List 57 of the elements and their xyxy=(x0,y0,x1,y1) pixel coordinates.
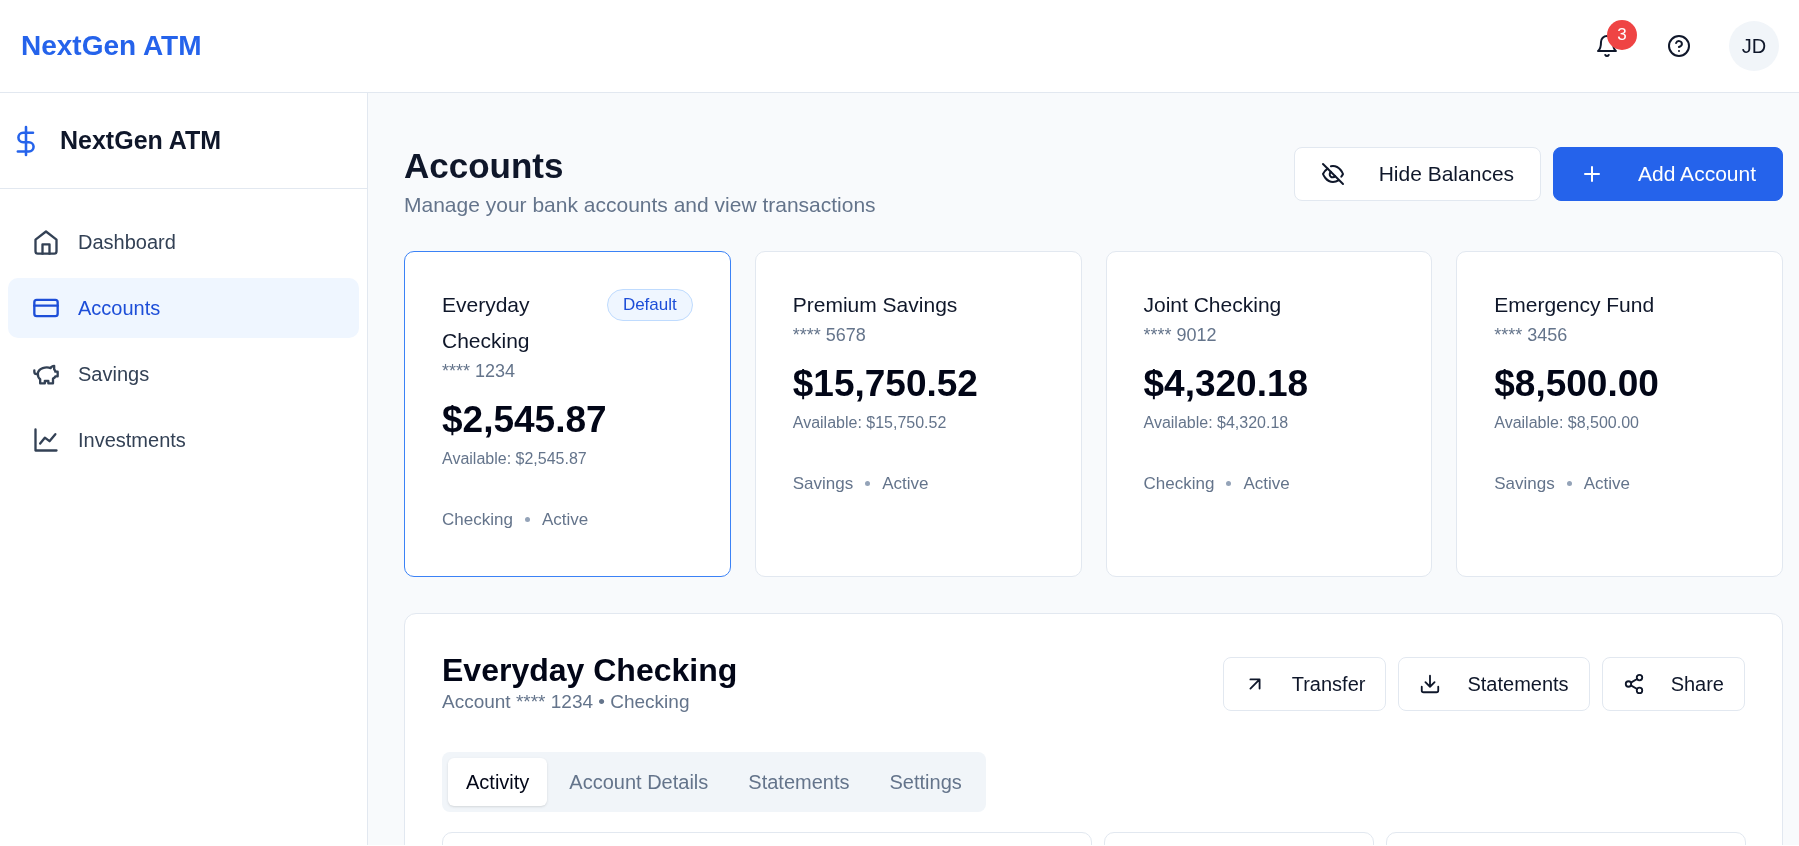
tab[interactable]: Statements xyxy=(730,758,868,806)
available-balance: Available: $4,320.18 xyxy=(1143,412,1290,433)
account-type: Savings xyxy=(792,472,854,495)
account-status: Active xyxy=(541,508,589,531)
action-button[interactable]: Share xyxy=(1601,656,1745,711)
eye-off-icon xyxy=(1320,162,1345,186)
sidebar-item[interactable]: Dashboard xyxy=(8,212,359,272)
tab[interactable]: Activity xyxy=(448,758,548,806)
account-card[interactable]: Emergency Fund **** 3456 $8,500.00 Available: $8,500.00 Savings Active xyxy=(1456,250,1783,577)
account-status: Active xyxy=(882,472,929,495)
tab[interactable]: Account Details xyxy=(551,758,727,806)
account-type: Checking xyxy=(1143,472,1215,495)
sidebar-item[interactable]: Investments xyxy=(8,410,359,470)
account-name: Premium Savings xyxy=(792,291,958,318)
account-balance: $8,500.00 xyxy=(1494,361,1660,406)
action-button[interactable]: Statements xyxy=(1398,656,1590,711)
account-balance: $15,750.52 xyxy=(792,361,979,406)
account-number: **** 3456 xyxy=(1494,323,1569,347)
add-account-button[interactable]: Add Account xyxy=(1553,147,1783,201)
hide-balances-button[interactable]: Hide Balances xyxy=(1293,147,1542,201)
home-icon xyxy=(32,228,60,256)
available-balance: Available: $2,545.87 xyxy=(442,448,588,469)
line-chart-icon xyxy=(32,426,60,454)
account-name: Emergency Fund xyxy=(1494,291,1655,318)
user-avatar[interactable]: JD xyxy=(1729,21,1779,71)
account-type: Checking xyxy=(442,508,513,531)
notification-count: 3 xyxy=(1607,20,1637,50)
account-name: Everyday Checking xyxy=(442,291,531,354)
available-balance: Available: $8,500.00 xyxy=(1494,412,1640,433)
account-card[interactable]: Premium Savings **** 5678 $15,750.52 Available: $15,750.52 Savings Active xyxy=(754,250,1082,577)
account-card[interactable]: Joint Checking **** 9012 $4,320.18 Available: $4,320.18 Checking Active xyxy=(1105,250,1433,577)
page-title: Accounts xyxy=(404,145,565,187)
account-number: **** 5678 xyxy=(792,323,867,347)
page-subtitle: Manage your bank accounts and view transactions xyxy=(404,192,876,218)
tab[interactable]: Settings xyxy=(871,758,980,806)
account-card[interactable]: Everyday Checking Default **** 1234 $2,545.87 Available: $2,545.87 Checking Active xyxy=(404,250,731,577)
sidebar-item[interactable]: Savings xyxy=(8,344,359,404)
share-icon xyxy=(1622,672,1645,695)
default-badge: Default xyxy=(606,288,693,321)
available-balance: Available: $15,750.52 xyxy=(792,412,948,433)
account-subtitle: Account **** 1234 • Checking xyxy=(442,689,691,714)
account-type: Savings xyxy=(1494,472,1555,495)
account-number: **** 1234 xyxy=(442,359,517,383)
bell-icon[interactable] xyxy=(1595,34,1619,58)
account-title: Everyday Checking xyxy=(442,651,738,688)
account-status: Active xyxy=(1583,472,1631,495)
account-balance: $4,320.18 xyxy=(1143,361,1310,406)
account-balance: $2,545.87 xyxy=(442,397,608,442)
account-name: Joint Checking xyxy=(1143,291,1282,318)
download-icon xyxy=(1419,672,1442,695)
account-number: **** 9012 xyxy=(1143,323,1218,347)
sidebar-item[interactable]: Accounts xyxy=(8,278,359,338)
app-logo-text: NextGen ATM xyxy=(21,29,202,63)
account-status: Active xyxy=(1243,472,1290,495)
sidebar-brand: NextGen ATM xyxy=(60,124,222,156)
action-button[interactable]: Transfer xyxy=(1222,656,1387,711)
help-icon xyxy=(1667,34,1691,58)
